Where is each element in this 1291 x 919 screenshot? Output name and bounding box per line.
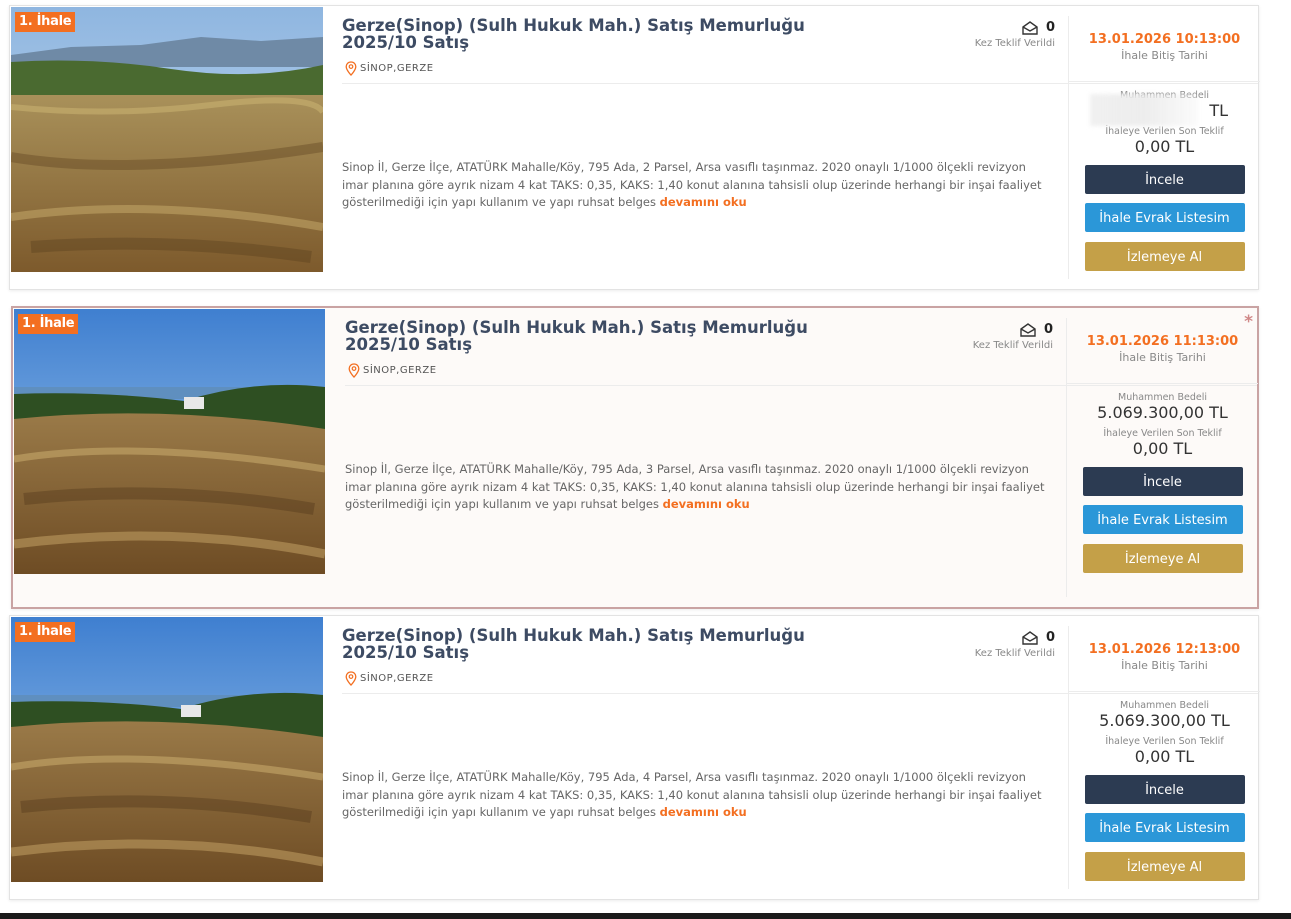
location: SİNOP,GERZE <box>345 61 434 76</box>
estimate-value: 5.069.300,00 TL <box>1097 403 1228 422</box>
end-date: 13.01.2026 11:13:00 <box>1086 334 1239 349</box>
estimate-label: Muhammen Bedeli <box>1120 700 1209 711</box>
read-more-link[interactable]: devamını oku <box>660 805 747 819</box>
auction-round-badge: 1. İhale <box>18 314 79 334</box>
watch-button[interactable]: İzlemeye Al <box>1084 242 1245 271</box>
inspect-button[interactable]: İncele <box>1082 467 1243 496</box>
listing-side-panel: 13.01.2026 11:13:00 İhale Bitiş Tarihi M… <box>1067 308 1258 573</box>
inspect-button[interactable]: İncele <box>1084 165 1245 194</box>
end-date-label: İhale Bitiş Tarihi <box>1121 49 1208 62</box>
location-text: SİNOP,GERZE <box>360 63 434 74</box>
docs-list-button[interactable]: İhale Evrak Listesim <box>1084 203 1245 232</box>
listing-card: 1. İhale Gerze(Sinop) (Sulh Hukuk Mah.) … <box>11 306 1259 609</box>
read-more-link[interactable]: devamını oku <box>663 497 750 511</box>
estimate-value: 5.069.300,00 TL <box>1099 711 1230 730</box>
bid-count-label: Kez Teklif Verildi <box>972 340 1053 351</box>
listing-title[interactable]: Gerze(Sinop) (Sulh Hukuk Mah.) Satış Mem… <box>342 17 862 51</box>
listing-side-panel: 13.01.2026 10:13:00 İhale Bitiş Tarihi M… <box>1069 6 1260 271</box>
bid-count-block: 0 Kez Teklif Verildi <box>963 322 1053 351</box>
bid-count: 0 <box>1043 322 1053 337</box>
inspect-button[interactable]: İncele <box>1084 775 1245 804</box>
envelope-icon <box>1022 630 1038 645</box>
end-date: 13.01.2026 10:13:00 <box>1088 32 1241 47</box>
field-photo-image <box>11 7 323 272</box>
end-date-label: İhale Bitiş Tarihi <box>1121 659 1208 672</box>
estimate-label: Muhammen Bedeli <box>1118 392 1207 403</box>
bid-count: 0 <box>1045 20 1055 35</box>
listing-card: 1. İhale Gerze(Sinop) (Sulh Hukuk Mah.) … <box>9 615 1260 900</box>
docs-list-button[interactable]: İhale Evrak Listesim <box>1082 505 1243 534</box>
auction-round-badge: 1. İhale <box>15 12 76 32</box>
bid-count: 0 <box>1045 630 1055 645</box>
location-text: SİNOP,GERZE <box>363 365 437 376</box>
listing-title[interactable]: Gerze(Sinop) (Sulh Hukuk Mah.) Satış Mem… <box>342 627 862 661</box>
listing-photo[interactable]: 1. İhale <box>14 309 325 574</box>
listing-description: Sinop İl, Gerze İlçe, ATATÜRK Mahalle/Kö… <box>345 461 1045 514</box>
end-date-label: İhale Bitiş Tarihi <box>1119 351 1206 364</box>
field-photo-image <box>11 617 323 882</box>
last-bid-label: İhaleye Verilen Son Teklif <box>1105 126 1224 137</box>
listing-card: 1. İhale Gerze(Sinop) (Sulh Hukuk Mah.) … <box>9 5 1260 290</box>
envelope-icon <box>1022 20 1038 35</box>
bid-count-label: Kez Teklif Verildi <box>974 38 1055 49</box>
bid-count-label: Kez Teklif Verildi <box>974 648 1055 659</box>
pin-icon <box>345 61 357 76</box>
last-bid-value: 0,00 TL <box>1132 439 1193 458</box>
last-bid-value: 0,00 TL <box>1134 747 1195 766</box>
listing-photo[interactable]: 1. İhale <box>11 7 323 272</box>
last-bid-label: İhaleye Verilen Son Teklif <box>1105 736 1224 747</box>
listing-side-panel: 13.01.2026 12:13:00 İhale Bitiş Tarihi M… <box>1069 616 1260 881</box>
docs-list-button[interactable]: İhale Evrak Listesim <box>1084 813 1245 842</box>
watch-button[interactable]: İzlemeye Al <box>1084 852 1245 881</box>
favorite-star-icon[interactable]: * <box>1244 312 1253 332</box>
last-bid-value: 0,00 TL <box>1134 137 1195 156</box>
envelope-icon <box>1020 322 1036 337</box>
auction-round-badge: 1. İhale <box>15 622 76 642</box>
location-text: SİNOP,GERZE <box>360 673 434 684</box>
bid-count-block: 0 Kez Teklif Verildi <box>965 20 1055 49</box>
listing-title[interactable]: Gerze(Sinop) (Sulh Hukuk Mah.) Satış Mem… <box>345 319 865 353</box>
pin-icon <box>345 671 357 686</box>
listing-description: Sinop İl, Gerze İlçe, ATATÜRK Mahalle/Kö… <box>342 769 1042 822</box>
field-photo-image <box>14 309 325 574</box>
taskbar-strip <box>0 913 1291 919</box>
listing-photo[interactable]: 1. İhale <box>11 617 323 882</box>
pin-icon <box>348 363 360 378</box>
bid-count-block: 0 Kez Teklif Verildi <box>965 630 1055 659</box>
watch-button[interactable]: İzlemeye Al <box>1082 544 1243 573</box>
location: SİNOP,GERZE <box>348 363 437 378</box>
blurred-value-overlay <box>1090 94 1198 126</box>
last-bid-label: İhaleye Verilen Son Teklif <box>1103 428 1222 439</box>
listing-description: Sinop İl, Gerze İlçe, ATATÜRK Mahalle/Kö… <box>342 159 1042 212</box>
read-more-link[interactable]: devamını oku <box>660 195 747 209</box>
end-date: 13.01.2026 12:13:00 <box>1088 642 1241 657</box>
location: SİNOP,GERZE <box>345 671 434 686</box>
